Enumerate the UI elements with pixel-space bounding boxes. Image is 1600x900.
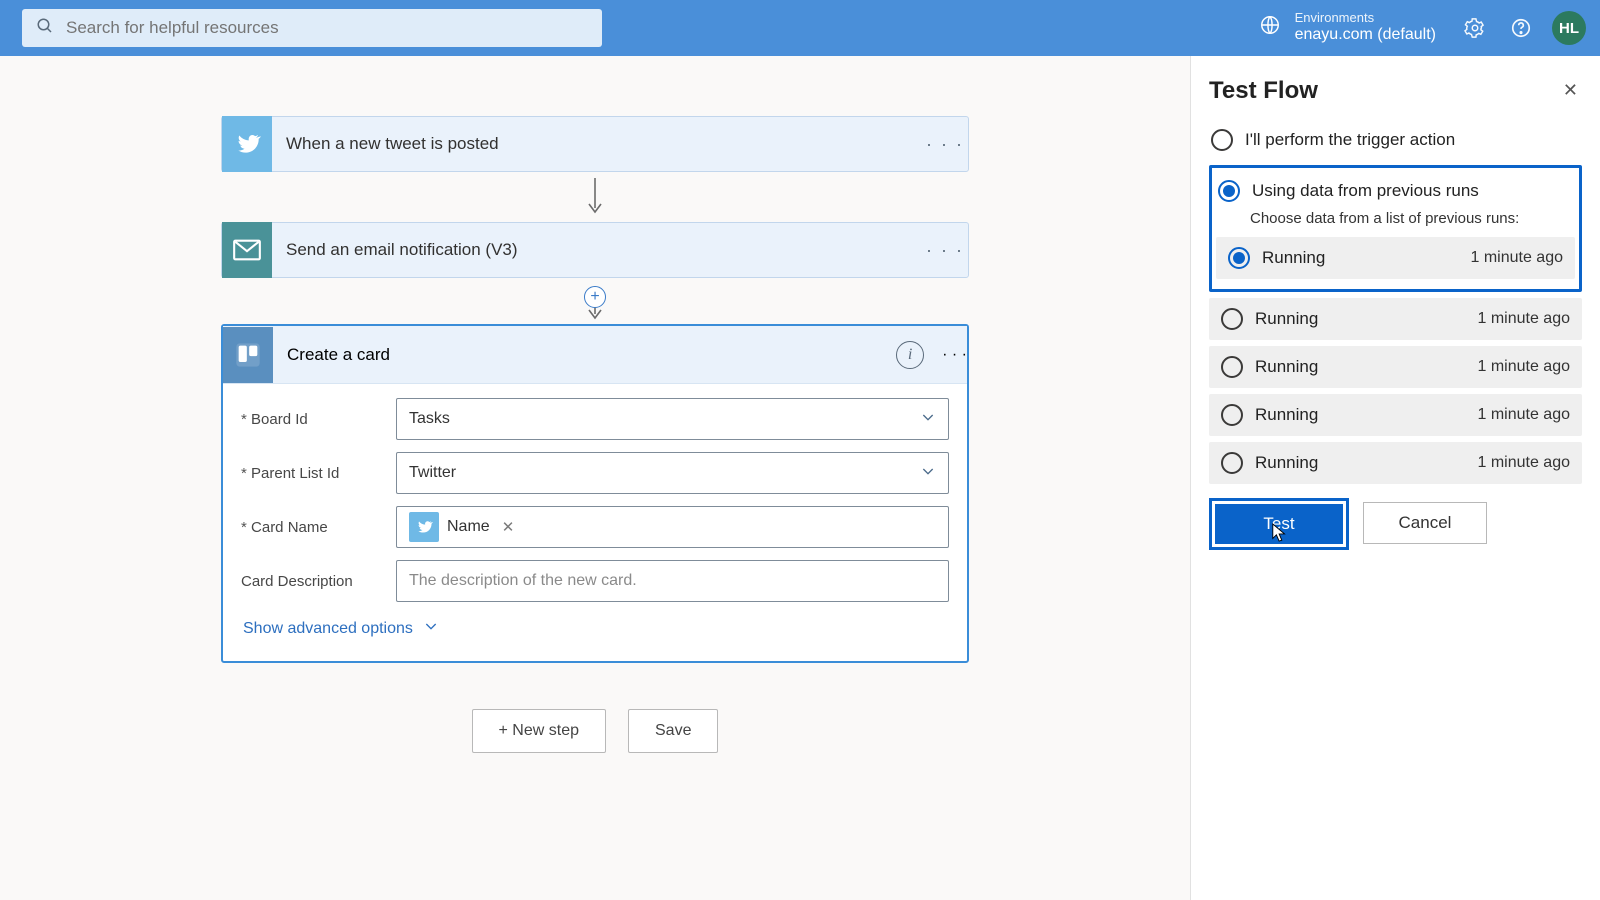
token-label: Name [447,518,490,536]
radio-icon [1221,452,1243,474]
option-manual-trigger[interactable]: I'll perform the trigger action [1209,123,1582,157]
token-remove-icon[interactable]: ✕ [502,518,515,536]
run-status: Running [1255,453,1318,473]
run-status: Running [1255,405,1318,425]
option-label: I'll perform the trigger action [1245,130,1455,150]
test-button-highlight: Test [1209,498,1349,550]
option-subtext: Choose data from a list of previous runs… [1250,210,1575,227]
environment-icon [1259,14,1281,41]
previous-run-item[interactable]: Running 1 minute ago [1209,442,1582,484]
test-button[interactable]: Test [1215,504,1343,544]
card-name-label: * Card Name [241,519,396,536]
environment-picker[interactable]: Environments enayu.com (default) [1259,11,1436,44]
run-status: Running [1255,357,1318,377]
dynamic-token[interactable]: Name ✕ [409,512,514,542]
info-icon[interactable]: i [896,341,924,369]
radio-icon [1211,129,1233,151]
twitter-icon [222,116,272,172]
card-description-input[interactable]: The description of the new card. [396,560,949,602]
top-bar: Environments enayu.com (default) HL [0,0,1600,56]
connector-arrow-icon [221,172,969,222]
card-description-label: Card Description [241,573,396,590]
card-name-input[interactable]: Name ✕ [396,506,949,548]
action-step-email[interactable]: Send an email notification (V3) · · · [221,222,969,278]
show-advanced-label: Show advanced options [243,620,413,638]
run-time: 1 minute ago [1470,249,1563,267]
card-title: Create a card [273,345,896,365]
run-time: 1 minute ago [1477,358,1570,376]
panel-title: Test Flow [1209,77,1318,105]
option-previous-runs-highlight: Using data from previous runs Choose dat… [1209,165,1582,292]
avatar[interactable]: HL [1552,11,1586,45]
run-time: 1 minute ago [1477,454,1570,472]
run-status: Running [1262,248,1325,268]
gear-icon[interactable] [1462,15,1488,41]
board-id-select[interactable]: Tasks [396,398,949,440]
radio-icon [1218,180,1240,202]
previous-run-item[interactable]: Running 1 minute ago [1209,298,1582,340]
environment-label: Environments [1295,11,1436,26]
run-time: 1 minute ago [1477,406,1570,424]
trello-icon [223,327,273,383]
trigger-step[interactable]: When a new tweet is posted · · · [221,116,969,172]
step-menu-icon[interactable]: · · · [922,134,968,155]
chevron-down-icon [423,618,439,639]
option-label: Using data from previous runs [1252,181,1479,201]
radio-icon [1228,247,1250,269]
search-icon [36,17,54,40]
board-id-value: Tasks [409,410,450,428]
step-title: Send an email notification (V3) [272,240,922,260]
test-flow-panel: Test Flow ✕ I'll perform the trigger act… [1190,56,1600,900]
parent-list-value: Twitter [409,464,456,482]
radio-icon [1221,404,1243,426]
help-icon[interactable] [1508,15,1534,41]
twitter-icon [409,512,439,542]
new-step-button[interactable]: + New step [472,709,606,753]
action-step-create-card: Create a card i · · · * Board Id Tasks [221,324,969,663]
run-time: 1 minute ago [1477,310,1570,328]
environment-name: enayu.com (default) [1295,26,1436,44]
search-box[interactable] [22,9,602,47]
parent-list-select[interactable]: Twitter [396,452,949,494]
chevron-down-icon [920,463,936,484]
run-status: Running [1255,309,1318,329]
connector-add-icon[interactable]: + [221,278,969,324]
close-icon[interactable]: ✕ [1559,76,1582,105]
option-previous-runs[interactable]: Using data from previous runs [1216,174,1575,208]
previous-run-item[interactable]: Running 1 minute ago [1216,237,1575,279]
card-header[interactable]: Create a card i · · · [223,326,967,384]
flow-canvas: When a new tweet is posted · · · Send an… [0,56,1190,900]
card-description-placeholder: The description of the new card. [409,572,637,590]
chevron-down-icon [920,409,936,430]
mail-icon [222,222,272,278]
radio-icon [1221,356,1243,378]
previous-run-item[interactable]: Running 1 minute ago [1209,394,1582,436]
radio-icon [1221,308,1243,330]
show-advanced-toggle[interactable]: Show advanced options [241,614,949,643]
previous-run-item[interactable]: Running 1 minute ago [1209,346,1582,388]
step-title: When a new tweet is posted [272,134,922,154]
board-id-label: * Board Id [241,411,396,428]
step-menu-icon[interactable]: · · · [942,346,967,364]
search-input[interactable] [66,18,588,38]
parent-list-label: * Parent List Id [241,465,396,482]
save-button[interactable]: Save [628,709,718,753]
step-menu-icon[interactable]: · · · [922,240,968,261]
cancel-button[interactable]: Cancel [1363,502,1487,544]
